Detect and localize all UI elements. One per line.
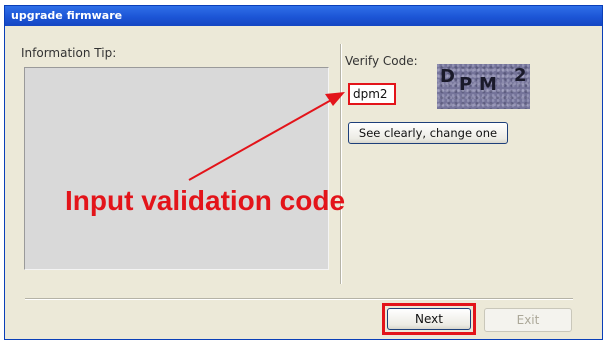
upgrade-firmware-dialog: upgrade firmware Information Tip: Verify… — [4, 5, 603, 340]
captcha-char: P — [459, 74, 473, 95]
information-tip-label: Information Tip: — [21, 46, 117, 60]
captcha-char: D — [440, 66, 455, 87]
vertical-divider — [340, 44, 341, 284]
information-tip-box — [24, 67, 329, 270]
annotation-label: Input validation code — [65, 185, 346, 216]
captcha-char: M — [479, 74, 497, 95]
window-title: upgrade firmware — [5, 6, 602, 26]
change-captcha-button[interactable]: See clearly, change one — [348, 122, 508, 144]
captcha-char: 2 — [514, 65, 527, 86]
verify-code-label: Verify Code: — [345, 54, 418, 68]
captcha-image: D P M 2 — [437, 64, 530, 109]
horizontal-divider — [25, 298, 573, 299]
next-button[interactable]: Next — [387, 308, 471, 330]
exit-button: Exit — [484, 308, 572, 332]
verify-code-input[interactable] — [348, 83, 396, 105]
